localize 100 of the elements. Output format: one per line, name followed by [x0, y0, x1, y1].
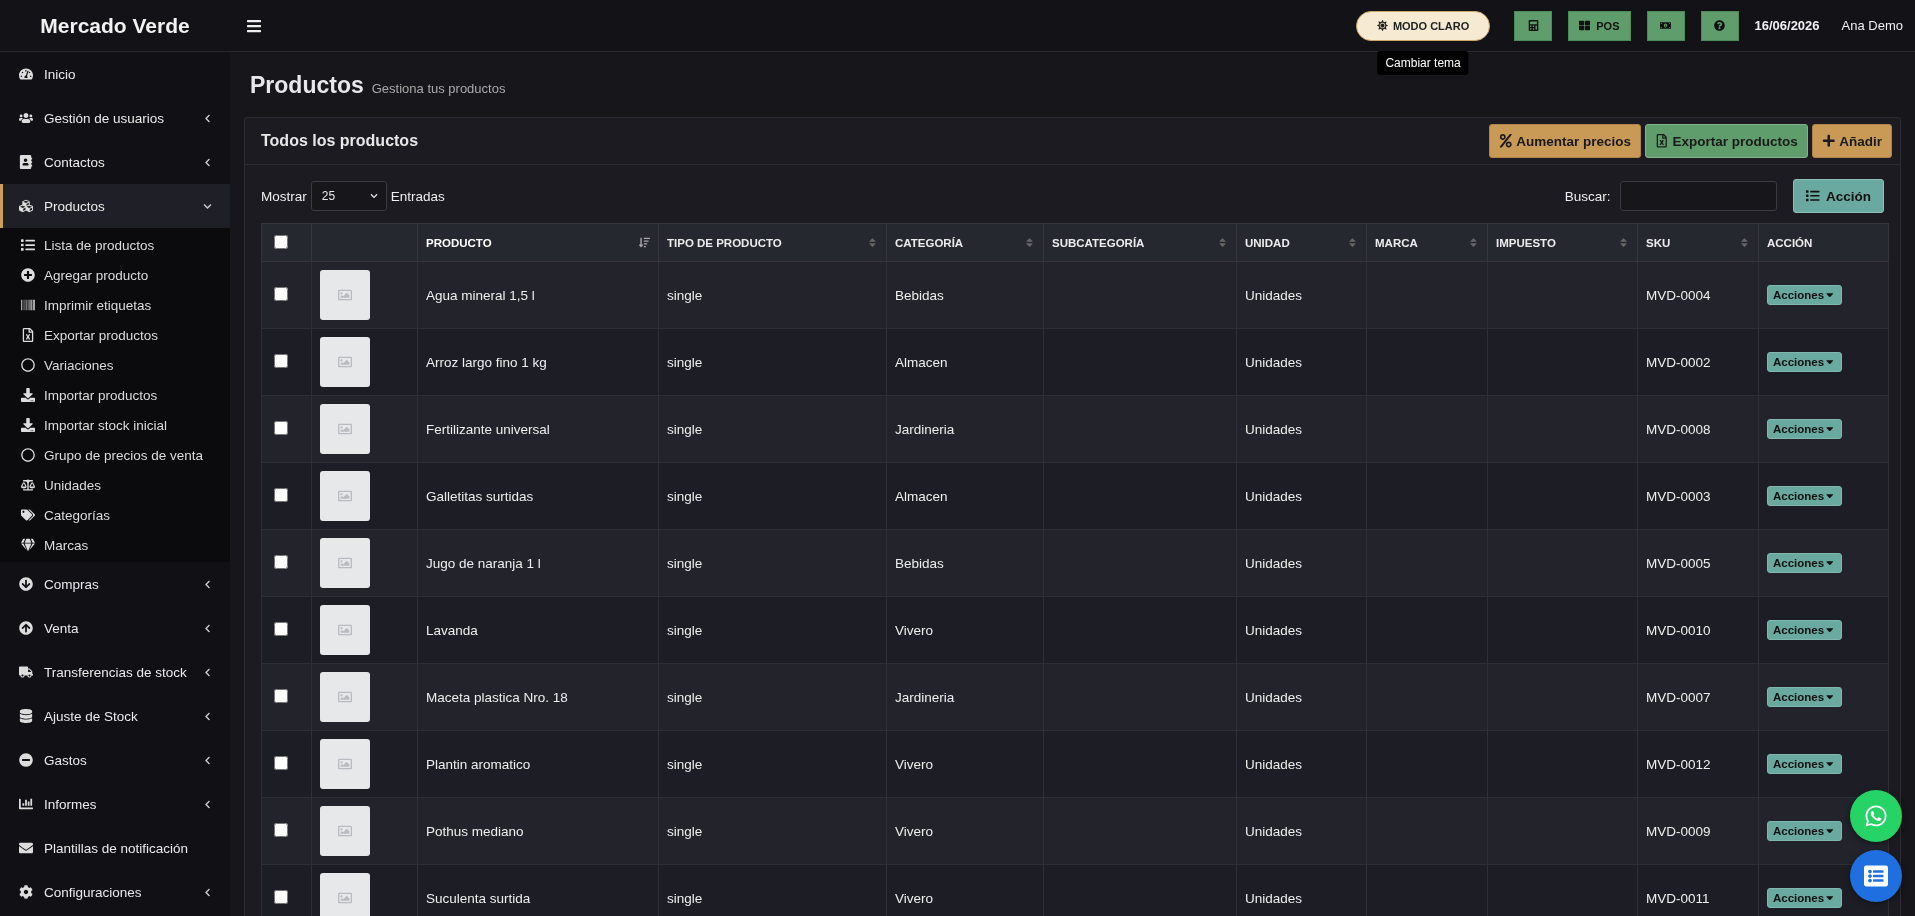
row-checkbox[interactable]	[274, 286, 288, 301]
actions-dropdown-button[interactable]: Acciones	[1767, 888, 1842, 908]
column-header[interactable]: MARCA	[1375, 236, 1418, 249]
add-button[interactable]: Añadir	[1811, 124, 1892, 158]
sidebar-item[interactable]: Plantillas de notificación	[0, 826, 230, 870]
column-header[interactable]: CATEGORÍA	[895, 236, 964, 249]
sidebar-item[interactable]: Informes	[0, 782, 230, 826]
sort-icon[interactable]	[1739, 237, 1750, 248]
sort-icon[interactable]	[867, 237, 878, 248]
actions-dropdown-button[interactable]: Acciones	[1767, 553, 1842, 573]
row-checkbox[interactable]	[274, 755, 288, 770]
action-button[interactable]: Acción	[1793, 179, 1884, 213]
column-header[interactable]: SKU	[1646, 236, 1671, 249]
sidebar-item[interactable]: Venta	[0, 606, 230, 650]
column-header[interactable]: PRODUCTO	[426, 236, 492, 249]
actions-dropdown-button[interactable]: Acciones	[1767, 285, 1842, 305]
sidebar-item[interactable]: Gestión de usuarios	[0, 96, 230, 140]
actions-dropdown-button[interactable]: Acciones	[1767, 687, 1842, 707]
card-title: Todos los productos	[261, 132, 420, 150]
submenu-item[interactable]: Unidades	[0, 470, 230, 500]
table-cell: Bebidas	[895, 287, 944, 303]
percent-icon	[1498, 134, 1513, 148]
page-size-select[interactable]: 25	[310, 181, 387, 211]
submenu-item[interactable]: Marcas	[0, 530, 230, 560]
sort-descending-icon[interactable]	[639, 237, 650, 248]
barcode-icon	[20, 298, 36, 312]
sort-icon[interactable]	[1618, 237, 1629, 248]
column-header[interactable]: SUBCATEGORÍA	[1052, 236, 1145, 249]
submenu-item[interactable]: Importar productos	[0, 380, 230, 410]
show-label: Mostrar	[261, 188, 307, 204]
table-cell: Unidades	[1245, 823, 1303, 839]
table-cell: Almacen	[895, 354, 948, 370]
row-checkbox[interactable]	[274, 822, 288, 837]
actions-dropdown-button[interactable]: Acciones	[1767, 419, 1842, 439]
truck-icon	[18, 665, 34, 679]
calculator-button[interactable]	[1514, 10, 1553, 41]
table-cell: single	[667, 622, 703, 638]
sort-icon[interactable]	[1347, 237, 1358, 248]
sidebar-item[interactable]: Configuraciones	[0, 870, 230, 914]
sidebar-item[interactable]: Contactos	[0, 140, 230, 184]
row-checkbox[interactable]	[274, 353, 288, 368]
sort-icon[interactable]	[1468, 237, 1479, 248]
money-button[interactable]	[1646, 10, 1685, 41]
user-name[interactable]: Ana Demo	[1841, 18, 1903, 33]
row-checkbox[interactable]	[274, 554, 288, 569]
column-header[interactable]: ACCIÓN	[1767, 236, 1813, 249]
export-button[interactable]: Exportar productos	[1644, 124, 1808, 158]
select-all-checkbox[interactable]	[274, 234, 288, 249]
table-cell: Vivero	[895, 823, 934, 839]
submenu-item[interactable]: Importar stock inicial	[0, 410, 230, 440]
banknote-icon	[1660, 20, 1671, 31]
sort-icon[interactable]	[1217, 237, 1228, 248]
submenu-item[interactable]: Variaciones	[0, 350, 230, 380]
image-placeholder	[320, 873, 370, 916]
row-checkbox[interactable]	[274, 621, 288, 636]
actions-dropdown-button[interactable]: Acciones	[1767, 821, 1842, 841]
row-checkbox[interactable]	[274, 889, 288, 904]
table-cell: single	[667, 555, 703, 571]
submenu-item[interactable]: Imprimir etiquetas	[0, 290, 230, 320]
envelope-icon	[18, 841, 34, 855]
help-button[interactable]	[1700, 10, 1739, 41]
brand-name[interactable]: Mercado Verde	[0, 13, 230, 38]
sidebar-item[interactable]: Inicio	[0, 52, 230, 96]
submenu-item[interactable]: Agregar producto	[0, 260, 230, 290]
actions-dropdown-button[interactable]: Acciones	[1767, 620, 1842, 640]
theme-button[interactable]: MODO CLARO	[1355, 10, 1491, 41]
dashboard-icon	[18, 67, 34, 81]
image-placeholder	[320, 538, 370, 588]
increase-prices-button[interactable]: Aumentar precios	[1488, 124, 1641, 158]
actions-dropdown-button[interactable]: Acciones	[1767, 754, 1842, 774]
sort-icon[interactable]	[1024, 237, 1035, 248]
table-cell: Fertilizante universal	[426, 421, 550, 437]
submenu-item[interactable]: Exportar productos	[0, 320, 230, 350]
sidebar-item[interactable]: Productos	[0, 184, 230, 228]
submenu-item[interactable]: Grupo de precios de venta	[0, 440, 230, 470]
sidebar-item[interactable]: Gastos	[0, 738, 230, 782]
actions-dropdown-button[interactable]: Acciones	[1767, 352, 1842, 372]
table-cell: MVD-0008	[1646, 421, 1711, 437]
table-cell: MVD-0005	[1646, 555, 1711, 571]
sidebar-item[interactable]: Transferencias de stock	[0, 650, 230, 694]
column-header[interactable]: IMPUESTO	[1496, 236, 1556, 249]
table-cell: Arroz largo fino 1 kg	[426, 354, 547, 370]
gem-icon	[20, 538, 36, 552]
pos-button[interactable]: POS	[1568, 10, 1631, 41]
table-cell: Unidades	[1245, 890, 1303, 906]
column-header[interactable]: TIPO DE PRODUCTO	[667, 236, 782, 249]
entries-label: Entradas	[390, 188, 445, 204]
row-checkbox[interactable]	[274, 487, 288, 502]
table-cell: Unidades	[1245, 421, 1303, 437]
image-placeholder	[320, 672, 370, 722]
actions-dropdown-button[interactable]: Acciones	[1767, 486, 1842, 506]
row-checkbox[interactable]	[274, 688, 288, 703]
row-checkbox[interactable]	[274, 420, 288, 435]
submenu-item[interactable]: Lista de productos	[0, 230, 230, 260]
sidebar-item[interactable]: Ajuste de Stock	[0, 694, 230, 738]
search-field[interactable]	[1620, 181, 1778, 211]
table-cell: Unidades	[1245, 689, 1303, 705]
column-header[interactable]: UNIDAD	[1245, 236, 1290, 249]
sidebar-item[interactable]: Compras	[0, 562, 230, 606]
submenu-item[interactable]: Categorías	[0, 500, 230, 530]
